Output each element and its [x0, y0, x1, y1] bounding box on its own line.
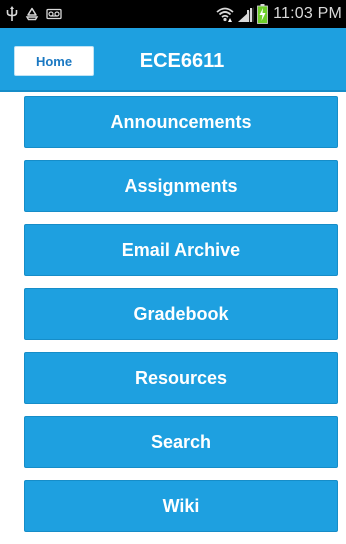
app-header: Home ECE6611	[0, 28, 346, 92]
voicemail-icon	[46, 8, 62, 20]
resources-button[interactable]: Resources	[24, 352, 338, 404]
wifi-icon	[215, 5, 235, 23]
email-archive-button[interactable]: Email Archive	[24, 224, 338, 276]
assignments-button[interactable]: Assignments	[24, 160, 338, 212]
recycle-icon	[25, 7, 39, 21]
status-bar: 11:03 PM	[0, 0, 346, 28]
home-button[interactable]: Home	[14, 46, 94, 76]
wiki-button[interactable]: Wiki	[24, 480, 338, 532]
status-time: 11:03 PM	[273, 5, 342, 22]
announcements-button[interactable]: Announcements	[24, 96, 338, 148]
course-menu: Announcements Assignments Email Archive …	[24, 96, 338, 544]
search-button[interactable]: Search	[24, 416, 338, 468]
status-right: 11:03 PM	[215, 4, 342, 24]
signal-icon	[237, 5, 255, 23]
page-title: ECE6611	[139, 50, 225, 72]
gradebook-button[interactable]: Gradebook	[24, 288, 338, 340]
status-left	[6, 6, 62, 22]
battery-charging-icon	[257, 4, 268, 24]
usb-icon	[6, 6, 18, 22]
